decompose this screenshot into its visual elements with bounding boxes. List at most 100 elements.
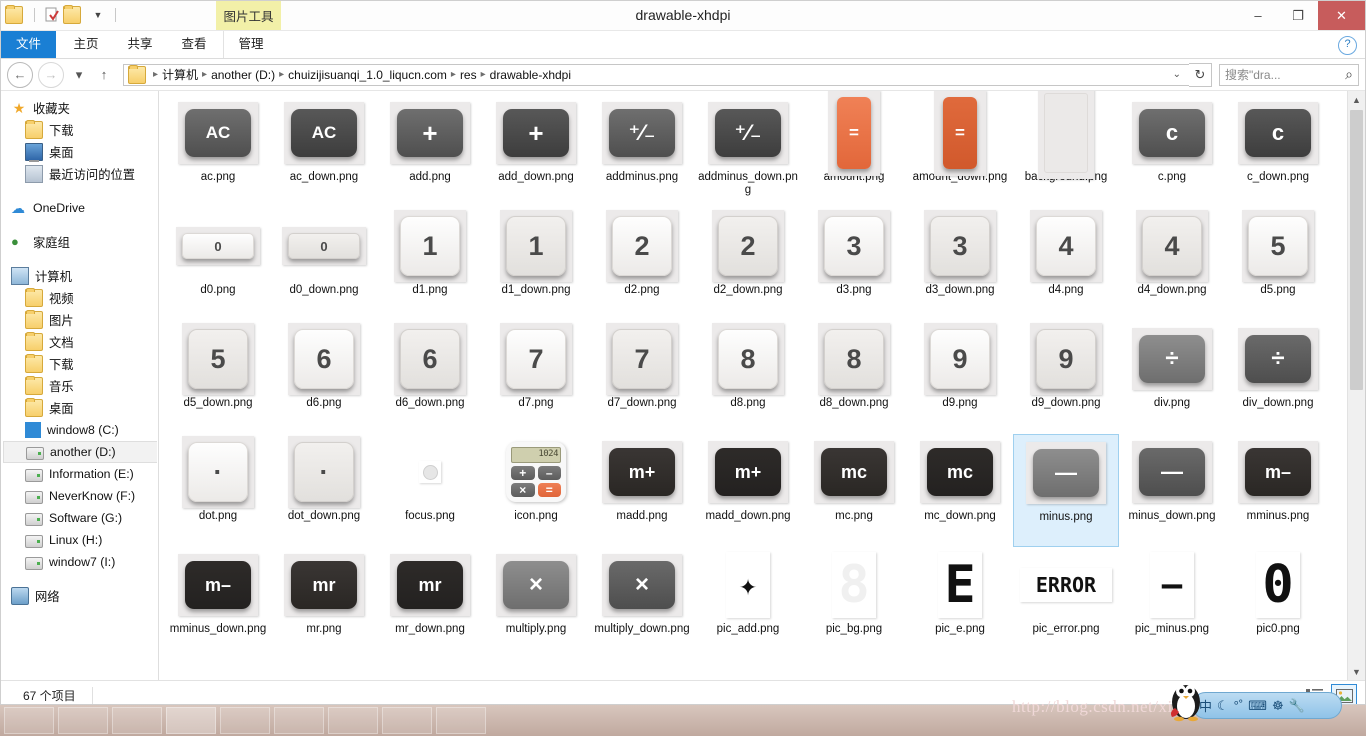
file-item[interactable]: 3 d3.png	[801, 208, 907, 321]
file-item[interactable]: 0 pic0.png	[1225, 547, 1331, 660]
minimize-button[interactable]: –	[1238, 1, 1278, 30]
file-item[interactable]: mc mc_down.png	[907, 434, 1013, 547]
file-item[interactable]: m– mminus_down.png	[165, 547, 271, 660]
file-item[interactable]: + add_down.png	[483, 95, 589, 208]
forward-button[interactable]: →	[38, 61, 64, 88]
sidebar-item-videos[interactable]: 视频	[1, 287, 158, 309]
file-item[interactable]: 0 d0.png	[165, 208, 271, 321]
file-item[interactable]: × multiply_down.png	[589, 547, 695, 660]
breadcrumb-computer[interactable]: 计算机	[159, 66, 201, 83]
tab-view[interactable]: 查看	[167, 31, 221, 58]
breadcrumb-drive[interactable]: another (D:)	[208, 68, 278, 82]
folder-icon[interactable]	[5, 5, 27, 25]
file-item[interactable]: 0 d0_down.png	[271, 208, 377, 321]
breadcrumb-current[interactable]: drawable-xhdpi	[487, 68, 574, 82]
file-item[interactable]: 6 d6_down.png	[377, 321, 483, 434]
customize-qat-chevron-icon[interactable]: ▼	[88, 5, 108, 25]
file-item[interactable]: — minus_down.png	[1119, 434, 1225, 547]
sidebar-item-favorites[interactable]: ★ 收藏夹	[1, 97, 158, 119]
file-item[interactable]: mc mc.png	[801, 434, 907, 547]
file-item[interactable]: mr mr.png	[271, 547, 377, 660]
taskbar-item[interactable]	[4, 707, 54, 734]
file-item[interactable]: × multiply.png	[483, 547, 589, 660]
file-item[interactable]: m+ madd.png	[589, 434, 695, 547]
sidebar-item-drive-h[interactable]: Linux (H:)	[1, 529, 158, 551]
breadcrumb-dropdown-icon[interactable]: ⌄	[1169, 69, 1185, 80]
file-item[interactable]: ÷ div_down.png	[1225, 321, 1331, 434]
sidebar-item-homegroup[interactable]: ● 家庭组	[1, 231, 158, 253]
file-item[interactable]: ERROR pic_error.png	[1013, 547, 1119, 660]
file-item[interactable]: 3 d3_down.png	[907, 208, 1013, 321]
file-item[interactable]: 4 d4_down.png	[1119, 208, 1225, 321]
ime-toolbox-icon[interactable]: ☸	[1272, 698, 1284, 714]
tab-share[interactable]: 共享	[113, 31, 167, 58]
breadcrumb[interactable]: ▸ 计算机 ▸ another (D:) ▸ chuizijisuanqi_1.…	[123, 63, 1190, 86]
sidebar-item-downloads-lib[interactable]: 下载	[1, 353, 158, 375]
taskbar-item[interactable]	[274, 707, 324, 734]
sidebar-item-drive-e[interactable]: Information (E:)	[1, 463, 158, 485]
file-item[interactable]: — minus.png	[1013, 434, 1119, 547]
sidebar-item-network[interactable]: 网络	[1, 585, 158, 607]
taskbar-item[interactable]	[112, 707, 162, 734]
file-item[interactable]: m+ madd_down.png	[695, 434, 801, 547]
file-item[interactable]: 6 d6.png	[271, 321, 377, 434]
file-item[interactable]: = amount_down.png	[907, 91, 1013, 208]
taskbar-item[interactable]	[58, 707, 108, 734]
file-item[interactable]: 1024 + – × = icon.png	[483, 434, 589, 547]
ime-toolbar[interactable]: 中 ☾ °˚ ⌨ ☸ 🔧	[1192, 692, 1342, 719]
file-item[interactable]: ✦ pic_add.png	[695, 547, 801, 660]
vertical-scrollbar[interactable]: ▲ ▼	[1347, 91, 1365, 680]
tab-file[interactable]: 文件	[1, 31, 56, 58]
sidebar-item-music[interactable]: 音乐	[1, 375, 158, 397]
file-item[interactable]: 8 pic_bg.png	[801, 547, 907, 660]
file-item[interactable]: + add.png	[377, 95, 483, 208]
search-input[interactable]: 搜索"dra...	[1225, 66, 1345, 83]
scrollbar-thumb[interactable]	[1350, 110, 1363, 390]
file-item[interactable]: 2 d2.png	[589, 208, 695, 321]
file-item[interactable]: 1 d1.png	[377, 208, 483, 321]
sidebar-item-documents[interactable]: 文档	[1, 331, 158, 353]
sidebar-item-drive-f[interactable]: NeverKnow (F:)	[1, 485, 158, 507]
scroll-down-arrow-icon[interactable]: ▼	[1348, 663, 1365, 680]
file-item[interactable]: 2 d2_down.png	[695, 208, 801, 321]
sidebar-item-drive-g[interactable]: Software (G:)	[1, 507, 158, 529]
contextual-tab-picture-tools[interactable]: 图片工具	[216, 1, 281, 30]
file-item[interactable]: ⁺⁄₋ addminus.png	[589, 95, 695, 208]
file-item[interactable]: 8 d8.png	[695, 321, 801, 434]
file-item[interactable]: AC ac.png	[165, 95, 271, 208]
sidebar-item-drive-c[interactable]: window8 (C:)	[1, 419, 158, 441]
close-button[interactable]: ✕	[1318, 1, 1365, 30]
sidebar-item-recent-places[interactable]: 最近访问的位置	[1, 163, 158, 185]
sidebar-item-pictures[interactable]: 图片	[1, 309, 158, 331]
file-item[interactable]: · dot.png	[165, 434, 271, 547]
taskbar-item[interactable]	[328, 707, 378, 734]
file-item[interactable]: · dot_down.png	[271, 434, 377, 547]
ime-punctuation-icon[interactable]: °˚	[1234, 698, 1244, 713]
file-item[interactable]: AC ac_down.png	[271, 95, 377, 208]
sidebar-item-computer[interactable]: 计算机	[1, 265, 158, 287]
file-item[interactable]: 5 d5_down.png	[165, 321, 271, 434]
taskbar-item[interactable]	[382, 707, 432, 734]
refresh-button[interactable]: ↻	[1189, 62, 1212, 87]
search-box[interactable]: 搜索"dra... ⌕	[1219, 63, 1359, 86]
sidebar-item-drive-i[interactable]: window7 (I:)	[1, 551, 158, 573]
ime-keyboard-icon[interactable]: ⌨	[1248, 698, 1267, 714]
file-item[interactable]: 8 d8_down.png	[801, 321, 907, 434]
breadcrumb-project[interactable]: chuizijisuanqi_1.0_liqucn.com	[285, 68, 450, 82]
file-item[interactable]: c c_down.png	[1225, 95, 1331, 208]
tab-manage[interactable]: 管理	[223, 31, 278, 58]
sidebar-item-downloads[interactable]: 下载	[1, 119, 158, 141]
file-item[interactable]: focus.png	[377, 434, 483, 547]
file-item[interactable]: = amount.png	[801, 91, 907, 208]
file-item[interactable]: — pic_minus.png	[1119, 547, 1225, 660]
sidebar-item-onedrive[interactable]: ☁ OneDrive	[1, 197, 158, 219]
sidebar-item-desktop-lib[interactable]: 桌面	[1, 397, 158, 419]
taskbar-item-active[interactable]	[166, 707, 216, 734]
file-item[interactable]: Epic_e.png	[907, 547, 1013, 660]
sidebar-item-desktop[interactable]: 桌面	[1, 141, 158, 163]
help-icon[interactable]: ?	[1338, 36, 1357, 55]
file-item[interactable]: mr mr_down.png	[377, 547, 483, 660]
file-item[interactable]: ⁺⁄₋ addminus_down.png	[695, 95, 801, 208]
file-item[interactable]: c c.png	[1119, 95, 1225, 208]
breadcrumb-res[interactable]: res	[457, 68, 480, 82]
